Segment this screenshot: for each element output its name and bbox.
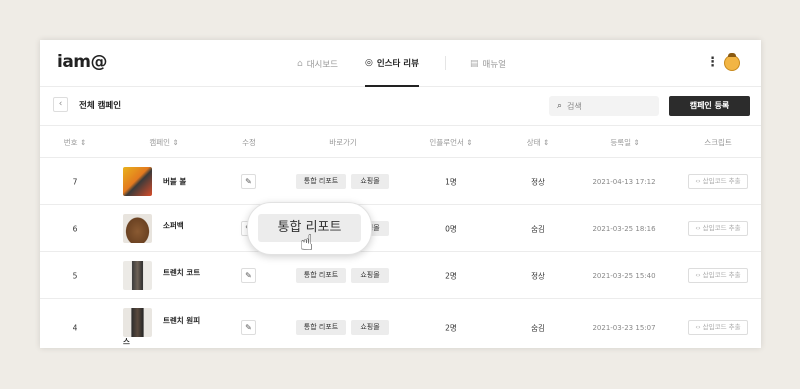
register-date: 2021-03-23 15:07 [592,324,656,332]
report-chip[interactable]: 통합 리포트 [296,268,346,283]
back-button[interactable]: ‹ [53,97,68,112]
status-text: 정상 [531,271,545,281]
campaign-name[interactable]: 소퍼백 [163,218,184,234]
influencer-count: 1명 [445,177,457,187]
shop-chip[interactable]: 쇼핑몰 [351,320,389,335]
report-chip[interactable]: 통합 리포트 [296,174,346,189]
edit-pencil-icon[interactable]: ✎ [241,174,256,189]
logo[interactable]: iam@ [57,52,108,72]
influencer-count: 2명 [445,271,457,281]
nav-insta-review[interactable]: ◎ 인스타 리뷰 [365,40,419,87]
search-box[interactable]: ⌕ [549,96,659,116]
edit-pencil-icon[interactable]: ✎ [241,320,256,335]
extract-code-button[interactable]: ‹› 삽입코드 추출 [688,221,748,236]
row-number: 5 [72,271,78,281]
edit-pencil-icon[interactable]: ✎ [241,268,256,283]
row-number: 7 [72,177,78,187]
app-window: iam@ ⌂ 대시보드 ◎ 인스타 리뷰 ▤ 매뉴얼 ⋮ ‹ 전체 캠페인 ⌕ … [40,40,761,348]
extract-code-button[interactable]: ‹› 삽입코드 추출 [688,320,748,335]
col-campaign[interactable]: 캠페인 ⇕ [149,137,178,148]
page-title: 전체 캠페인 [79,101,122,111]
instagram-icon: ◎ [365,57,373,68]
campaign-name-line1: 트렌치 원피 [163,316,201,325]
search-icon: ⌕ [557,101,563,111]
register-date: 2021-03-25 15:40 [592,272,656,280]
hand-cursor-icon: ☝ [300,231,314,256]
status-text: 정상 [531,177,545,187]
campaign-name-line2: 스 [123,337,130,346]
nav-manual[interactable]: ▤ 매뉴얼 [470,40,506,87]
search-input[interactable] [567,101,648,111]
nav-manual-label: 매뉴얼 [482,59,506,70]
nav-dashboard[interactable]: ⌂ 대시보드 [297,40,338,87]
influencer-count: 0명 [445,224,457,234]
col-shortcut: 바로가기 [329,138,357,147]
campaign-name[interactable]: 트렌치 코트 [163,265,200,281]
table-row: 7 버블 볼 ✎ 통합 리포트 쇼핑몰 1명 정상 2021-04-13 17:… [40,158,761,205]
campaign-name[interactable]: 트렌치 원피 [163,313,200,329]
avatar[interactable] [724,53,740,71]
more-menu-icon[interactable]: ⋮ [706,55,719,70]
nav-dashboard-label: 대시보드 [306,59,338,70]
shop-chip[interactable]: 쇼핑몰 [351,268,389,283]
col-number[interactable]: 번호 ⇕ [64,137,86,148]
campaign-thumbnail [123,308,152,337]
register-date: 2021-03-25 18:16 [592,225,656,233]
campaign-thumbnail [123,214,152,243]
report-chip[interactable]: 통합 리포트 [296,320,346,335]
col-date[interactable]: 등록일 ⇕ [610,137,639,148]
table-row: 6 소퍼백 ✎ 통합 리포트 쇼핑몰 0명 숨김 2021-03-25 18:1… [40,205,761,252]
col-script: 스크립트 [704,138,732,147]
extract-code-button[interactable]: ‹› 삽입코드 추출 [688,268,748,283]
col-influencer[interactable]: 인플루언서 ⇕ [429,137,472,148]
influencer-count: 2명 [445,323,457,333]
row-number: 6 [72,224,78,234]
status-text: 숨김 [531,224,545,234]
home-icon: ⌂ [297,58,303,69]
shop-chip[interactable]: 쇼핑몰 [351,174,389,189]
nav-insta-review-label: 인스타 리뷰 [376,58,419,69]
row-number: 4 [72,323,78,333]
col-edit: 수정 [242,138,256,147]
status-text: 숨김 [531,323,545,333]
top-bar: iam@ ⌂ 대시보드 ◎ 인스타 리뷰 ▤ 매뉴얼 ⋮ [40,40,761,87]
table-header: 번호 ⇕ 캠페인 ⇕ 수정 바로가기 인플루언서 ⇕ 상태 ⇕ 등록일 ⇕ 스크… [40,127,761,158]
table-row: 5 트렌치 코트 ✎ 통합 리포트 쇼핑몰 2명 정상 2021-03-25 1… [40,252,761,299]
register-campaign-button[interactable]: 캠페인 등록 [669,96,750,116]
col-status[interactable]: 상태 ⇕ [527,137,549,148]
campaign-name[interactable]: 버블 볼 [163,174,186,190]
nav-divider [445,56,446,70]
table-row: 4 트렌치 원피 스 ✎ 통합 리포트 쇼핑몰 2명 숨김 2021-03-23… [40,299,761,348]
register-date: 2021-04-13 17:12 [592,178,656,186]
campaign-thumbnail [123,167,152,196]
campaign-thumbnail [123,261,152,290]
extract-code-button[interactable]: ‹› 삽입코드 추출 [688,174,748,189]
sub-bar: ‹ 전체 캠페인 ⌕ 캠페인 등록 [40,88,761,126]
book-icon: ▤ [470,58,479,69]
